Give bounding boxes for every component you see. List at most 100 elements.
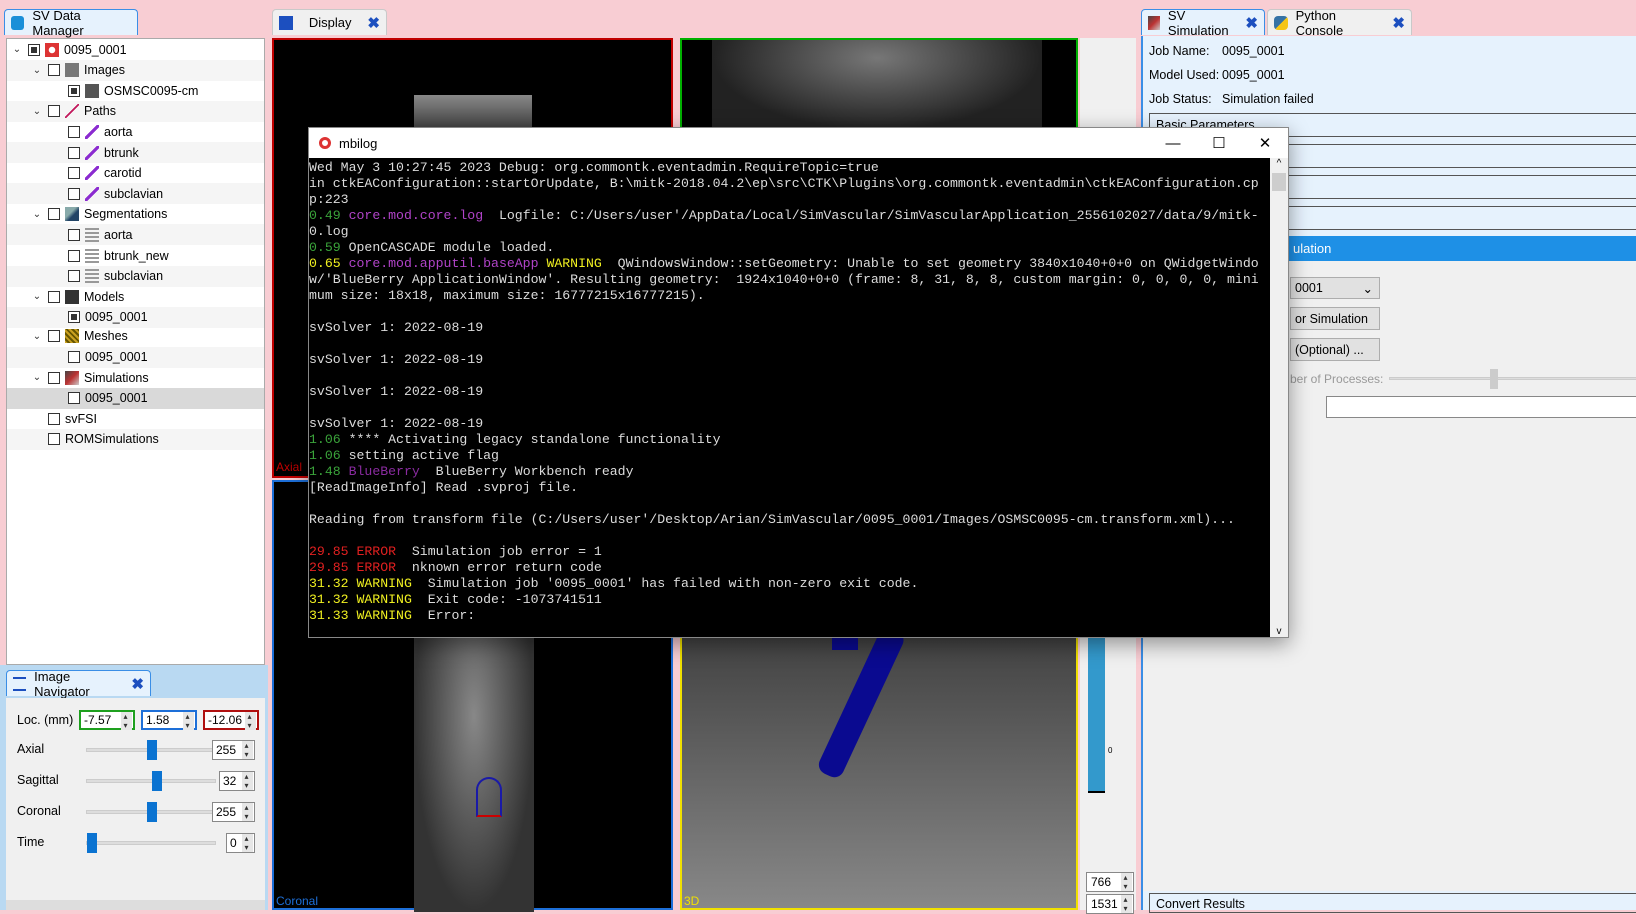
vertical-scrollbar[interactable]: ^ v [1270,158,1288,637]
visibility-checkbox[interactable] [68,167,80,180]
chevron-down-icon[interactable]: ⌄ [31,372,43,383]
visibility-checkbox[interactable] [68,146,80,159]
visibility-checkbox[interactable] [68,125,80,138]
scroll-up-icon[interactable]: ^ [1270,158,1288,169]
tree-item[interactable]: svFSI [7,408,264,429]
chevron-down-icon[interactable]: ⌄ [31,106,43,117]
window-input[interactable]: 1531 [1086,894,1134,914]
sagittal-spinbox[interactable]: 32 [219,771,255,791]
tree-item[interactable]: ⌄ Paths [7,100,264,122]
text-input[interactable] [1326,396,1636,418]
visibility-checkbox[interactable] [68,270,80,283]
log-line: 0.log [309,224,1270,240]
tree-item-label: Meshes [84,329,128,344]
job-combo[interactable]: 0001 ⌄ [1290,277,1380,299]
scroll-thumb[interactable] [1272,173,1286,191]
job-name-value: 0095_0001 [1222,44,1285,58]
horizontal-scrollbar[interactable] [6,900,265,910]
create-files-button[interactable]: or Simulation [1290,307,1380,330]
tree-item[interactable]: btrunk_new [7,245,264,266]
loc-z-input[interactable]: -12.06 [203,710,259,730]
close-icon[interactable]: ✖ [1245,14,1258,32]
tree-item[interactable]: ⌄ Meshes [7,326,264,347]
tree-item[interactable]: ⌄ Segmentations [7,204,264,225]
tab-sv-simulation[interactable]: SV Simulation ✖ [1141,8,1265,38]
slider-thumb[interactable] [147,802,157,822]
visibility-checkbox[interactable] [68,84,80,97]
tree-item[interactable]: ⌄ Simulations [7,367,264,388]
data-manager-tree[interactable]: ⌄ 0095_0001 ⌄ Images OSMSC0095-cm ⌄ Paths aorta… [6,38,265,665]
visibility-checkbox[interactable] [48,105,60,118]
processes-slider[interactable] [1389,369,1636,389]
close-icon[interactable]: ✖ [367,14,380,32]
visibility-checkbox[interactable] [68,311,80,324]
chevron-down-icon[interactable]: ⌄ [11,44,23,55]
tree-item[interactable]: carotid [7,163,264,184]
axial-spinbox[interactable]: 255 [212,740,255,760]
log-segment: 31.33 WARNING [309,608,412,623]
visibility-checkbox[interactable] [48,330,60,343]
slider-thumb[interactable] [1490,369,1498,389]
loc-x-input[interactable]: -7.57 [79,710,135,730]
tree-item[interactable]: aorta [7,121,264,142]
minimize-button[interactable]: — [1150,128,1196,158]
tree-item[interactable]: ⌄ Images [7,59,264,81]
chevron-down-icon[interactable]: ⌄ [31,331,43,342]
sagittal-slider[interactable] [86,771,216,791]
slider-thumb[interactable] [147,740,157,760]
tree-item[interactable]: 0095_0001 [7,387,264,409]
tab-python-console[interactable]: Python Console ✖ [1267,8,1412,38]
tree-item[interactable]: ROMSimulations [7,428,264,450]
visibility-checkbox[interactable] [48,371,60,384]
close-icon[interactable]: ✖ [131,675,144,693]
tab-display[interactable]: Display ✖ [272,9,387,35]
time-spinbox[interactable]: 0 [226,833,255,853]
level-window-bar[interactable] [1088,628,1105,793]
close-button[interactable]: ✕ [1242,128,1288,158]
coronal-spinbox[interactable]: 255 [212,802,255,822]
tree-item[interactable]: aorta [7,224,264,246]
simulations-icon [65,370,79,385]
visibility-checkbox[interactable] [48,433,60,446]
tree-item[interactable]: 0095_0001 [7,306,264,328]
visibility-checkbox[interactable] [68,187,80,200]
close-icon[interactable]: ✖ [1392,14,1405,32]
maximize-button[interactable]: ☐ [1196,128,1242,158]
log-output[interactable]: Wed May 3 10:27:45 2023 Debug: org.commo… [309,158,1270,637]
visibility-checkbox[interactable] [48,412,60,425]
tree-item-label: aorta [104,124,133,139]
chevron-down-icon[interactable]: ⌄ [31,291,43,302]
visibility-checkbox[interactable] [48,208,60,221]
convert-results-section[interactable]: Convert Results [1149,893,1636,913]
visibility-checkbox[interactable] [68,392,80,405]
coronal-label: Coronal [276,894,319,908]
tree-item[interactable]: subclavian [7,265,264,287]
log-segment: 29.85 ERROR [309,560,397,575]
chevron-down-icon[interactable]: ⌄ [31,209,43,220]
title-bar[interactable]: mbilog — ☐ ✕ [309,128,1288,158]
slider-thumb[interactable] [151,771,162,791]
optional-button[interactable]: (Optional) ... [1290,338,1380,361]
level-input[interactable]: 766 [1086,872,1134,892]
tree-item[interactable]: ⌄ Models [7,286,264,307]
tree-item[interactable]: OSMSC0095-cm [7,80,264,101]
tree-item[interactable]: btrunk [7,142,264,163]
tree-item[interactable]: 0095_0001 [7,346,264,368]
visibility-checkbox[interactable] [68,228,80,241]
tab-image-navigator[interactable]: Image Navigator ✖ [6,669,151,699]
axial-slider[interactable] [86,740,216,760]
visibility-checkbox[interactable] [28,43,40,56]
tree-item[interactable]: ⌄ 0095_0001 [7,39,264,60]
slider-thumb[interactable] [87,833,97,853]
visibility-checkbox[interactable] [68,351,80,363]
visibility-checkbox[interactable] [68,249,80,262]
visibility-checkbox[interactable] [48,64,60,77]
visibility-checkbox[interactable] [48,290,60,303]
scroll-down-icon[interactable]: v [1270,626,1288,637]
tab-sv-data-manager[interactable]: SV Data Manager [4,8,138,38]
tree-item[interactable]: subclavian [7,183,264,205]
loc-y-input[interactable]: 1.58 [141,710,197,730]
time-slider[interactable] [86,833,216,853]
chevron-down-icon[interactable]: ⌄ [31,65,43,76]
coronal-slider[interactable] [86,802,216,822]
